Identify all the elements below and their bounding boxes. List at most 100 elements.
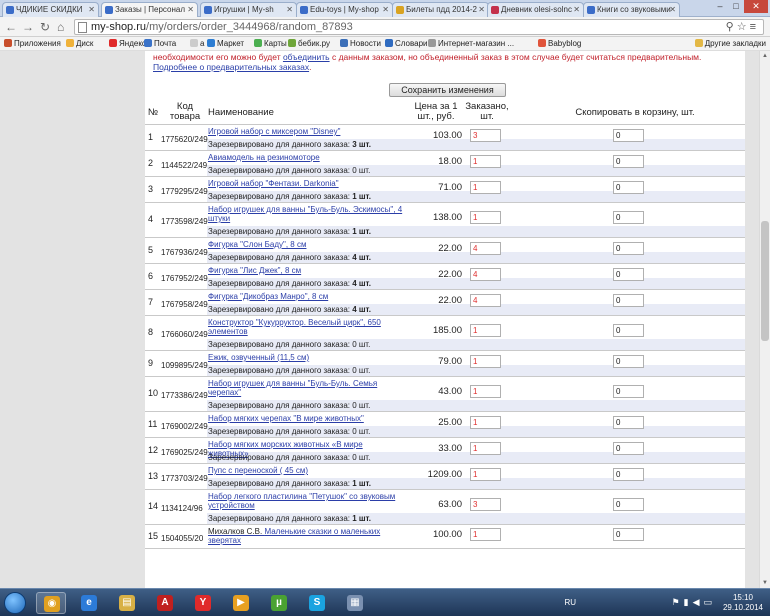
product-link[interactable]: Конструктор "Кукурруктор. Веселый цирк",… [208,318,381,336]
bookmark-star-icon[interactable]: ☆ [737,21,750,33]
ordered-qty-field[interactable]: 1 [470,415,501,429]
browser-tab[interactable]: Дневник olesi-solnc ✕ [487,2,584,17]
taskbar-app[interactable]: µ [264,592,294,614]
tab-close-icon[interactable]: ✕ [88,3,95,16]
product-link[interactable]: Ежик, озвученный (11,5 см) [208,353,309,362]
copy-to-cart-field[interactable]: 0 [613,128,644,142]
product-link[interactable]: Фигурка "Дикобраз Манро", 8 см [208,292,328,301]
bookmark-item[interactable]: Интернет-магазин ... [428,37,514,50]
ordered-qty-field[interactable]: 3 [470,128,501,142]
ordered-qty-field[interactable]: 1 [470,180,501,194]
maximize-icon[interactable]: □ [728,0,744,13]
taskbar-app[interactable]: ▤ [112,592,142,614]
copy-to-cart-field[interactable]: 0 [613,354,644,368]
bookmark-item[interactable]: Babyblog [538,37,581,50]
tab-close-icon[interactable]: ✕ [187,3,194,16]
start-button[interactable] [4,592,26,614]
bookmark-item[interactable]: бебик.ру [288,37,330,50]
flag-icon[interactable]: ⚑ [672,597,684,607]
taskbar-app[interactable]: Y [188,592,218,614]
menu-icon[interactable]: ≡ [750,21,759,33]
browser-tab[interactable]: Игрушки | My-sh ✕ [200,2,297,17]
preorders-info-link[interactable]: Подробнее о предварительных заказах [153,62,309,72]
home-icon[interactable]: ⌂ [57,20,64,34]
browser-tab[interactable]: Книги со звуковыми ✕ [583,2,680,17]
taskbar-app[interactable]: A [150,592,180,614]
product-link[interactable]: Фигурка "Слон Баду", 8 см [208,240,306,249]
other-bookmarks[interactable]: Другие закладки [694,37,766,50]
browser-tab[interactable]: ЧДИКИЕ СКИДКИ ✕ [2,2,99,17]
ordered-qty-field[interactable]: 4 [470,293,501,307]
bookmark-item[interactable]: Маркет [207,37,244,50]
taskbar-app[interactable]: S [302,592,332,614]
bookmark-item[interactable]: Яндекс [109,37,146,50]
ordered-qty-field[interactable]: 4 [470,241,501,255]
bookmark-item[interactable]: Словари [385,37,428,50]
product-link[interactable]: Фигурка "Лис Джек", 8 см [208,266,301,275]
scroll-up-icon[interactable]: ▲ [762,53,768,59]
tab-close-icon[interactable]: ✕ [286,3,293,16]
bookmark-item[interactable]: Почта [144,37,176,50]
copy-to-cart-field[interactable]: 0 [613,180,644,194]
clock[interactable]: 15:10 29.10.2014 [720,593,766,613]
language-indicator[interactable]: RU [564,598,576,607]
ordered-qty-field[interactable]: 1 [470,154,501,168]
tab-close-icon[interactable]: ✕ [573,3,580,16]
bookmark-item[interactable]: Карты [254,37,287,50]
product-link[interactable]: Набор легкого пластилина "Петушок" со зв… [208,492,395,510]
bookmark-item[interactable]: Приложения [4,37,61,50]
copy-to-cart-field[interactable]: 0 [613,241,644,255]
browser-tab[interactable]: Заказы | Персонал ✕ [101,2,198,17]
battery-icon[interactable]: ▭ [703,597,716,607]
ordered-qty-field[interactable]: 1 [470,467,501,481]
copy-to-cart-field[interactable]: 0 [613,441,644,455]
close-window-icon[interactable]: ✕ [744,0,768,13]
address-bar[interactable]: my-shop.ru/my/orders/order_3444968/rando… [74,19,764,35]
back-icon[interactable]: ← [5,20,17,34]
product-link[interactable]: Набор игрушек для ванны "Буль-Буль. Эски… [208,205,402,223]
browser-tab[interactable]: Билеты пдд 2014-2 ✕ [392,2,489,17]
ordered-qty-field[interactable]: 1 [470,385,501,398]
copy-to-cart-field[interactable]: 0 [613,498,644,511]
bookmark-item[interactable]: Новости [340,37,381,50]
tab-close-icon[interactable]: ✕ [669,3,676,16]
reload-icon[interactable]: ↻ [40,20,50,34]
ordered-qty-field[interactable]: 1 [470,324,501,337]
tab-close-icon[interactable]: ✕ [382,3,389,16]
tab-close-icon[interactable]: ✕ [478,3,485,16]
copy-to-cart-field[interactable]: 0 [613,467,644,481]
page-scrollbar[interactable]: ▲ ▼ [759,51,770,588]
ordered-qty-field[interactable]: 4 [470,267,501,281]
ordered-qty-field[interactable]: 1 [470,354,501,368]
minimize-icon[interactable]: – [712,0,728,13]
copy-to-cart-field[interactable]: 0 [613,415,644,429]
bookmark-item[interactable]: Диск [66,37,93,50]
scroll-down-icon[interactable]: ▼ [762,580,768,586]
product-link[interactable]: Набор игрушек для ванны "Буль-Буль. Семь… [208,379,377,397]
copy-to-cart-field[interactable]: 0 [613,211,644,224]
copy-to-cart-field[interactable]: 0 [613,527,644,541]
taskbar-app[interactable]: ▶ [226,592,256,614]
product-link[interactable]: Набор мягких черепах "В мире животных" [208,414,364,423]
scroll-thumb[interactable] [761,221,769,341]
product-link[interactable]: Игровой набор с миксером "Disney" [208,127,340,136]
copy-to-cart-field[interactable]: 0 [613,267,644,281]
ordered-qty-field[interactable]: 3 [470,498,501,511]
save-changes-button[interactable]: Сохранить изменения [389,83,506,97]
zoom-icon[interactable]: ⚲ [726,21,737,33]
copy-to-cart-field[interactable]: 0 [613,154,644,168]
taskbar-app[interactable]: ▦ [340,592,370,614]
bookmark-item[interactable]: a [190,37,204,50]
taskbar-app[interactable]: e [74,592,104,614]
product-link[interactable]: Игровой набор "Фентази. Darkonia" [208,179,339,188]
ordered-qty-field[interactable]: 1 [470,441,501,455]
forward-icon[interactable]: → [22,20,34,34]
product-link[interactable]: Авиамодель на резиномоторе [208,153,320,162]
volume-icon[interactable]: ◀ [693,597,704,607]
network-icon[interactable]: ▮ [684,597,693,607]
product-link[interactable]: Пупс с переноской ( 45 см) [208,466,308,475]
ordered-qty-field[interactable]: 1 [470,527,501,541]
copy-to-cart-field[interactable]: 0 [613,293,644,307]
copy-to-cart-field[interactable]: 0 [613,385,644,398]
ordered-qty-field[interactable]: 1 [470,211,501,224]
